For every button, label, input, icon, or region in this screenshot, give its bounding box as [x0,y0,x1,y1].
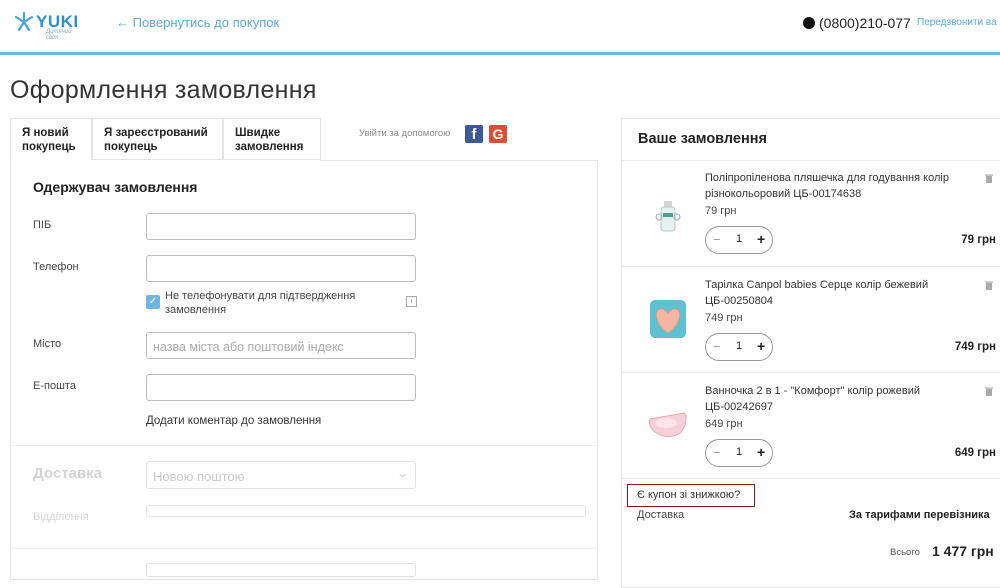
delivery-section-title: Доставка [33,465,102,482]
quantity-value: 1 [736,233,743,245]
product-line-total: 79 грн [961,234,996,246]
branch-select[interactable] [146,505,586,517]
item-divider [622,266,1000,267]
phone-number[interactable]: (0800)210-077 [803,15,911,31]
tab-new-customer[interactable]: Я новий покупець [10,118,92,160]
no-call-label[interactable]: Не телефонувати для підтвердження замовл… [165,289,385,317]
top-header: YUKI Дитячий світ ← Повернутись до покуп… [0,0,1000,52]
item-divider [622,372,1000,373]
phone-text: (0800)210-077 [819,15,911,31]
delivery-method-value: Новою поштою [153,469,245,484]
item-divider [622,160,1000,161]
quantity-stepper[interactable]: − 1 + [705,226,773,254]
branch-label: Відділення [33,511,89,523]
name-label: ПІБ [33,219,52,231]
city-input[interactable]: назва міста або поштовий індекс [146,332,416,359]
tab-label-line2: замовлення [235,141,304,153]
next-section-field[interactable] [146,563,416,577]
google-login-button[interactable]: G [489,125,507,143]
facebook-login-button[interactable]: f [465,125,483,143]
product-name[interactable]: Поліпропіленова пляшечка для годування к… [705,171,977,202]
header-divider [0,52,1000,55]
email-label: E-пошта [33,380,76,392]
city-label: Місто [33,338,62,350]
increase-qty-button[interactable]: + [757,444,765,460]
trash-icon[interactable] [985,281,993,290]
order-summary-title: Ваше замовлення [638,131,767,147]
recipient-section-title: Одержувач замовлення [33,179,198,195]
phone-input[interactable] [146,255,416,282]
tab-label-line1: Я новий [22,127,69,139]
tab-quick-order[interactable]: Швидке замовлення [223,118,321,160]
facebook-icon: f [471,126,477,143]
tab-label-line2: покупець [104,141,158,153]
logo-tagline: Дитячий світ [46,29,72,41]
decrease-qty-button[interactable]: − [713,339,721,354]
add-comment-link[interactable]: Додати коментар до замовлення [146,415,321,427]
yuki-logo[interactable]: YUKI Дитячий світ [14,10,84,41]
tab-label-line1: Швидке [235,127,281,139]
no-call-checkbox[interactable]: ✓ [146,295,160,309]
product-price: 79 грн [705,205,737,217]
product-price: 649 грн [705,418,743,430]
item-divider [622,478,1000,479]
info-icon[interactable]: i [406,296,417,307]
decrease-qty-button[interactable]: − [713,445,721,460]
tab-registered-customer[interactable]: Я зареєстрований покупець [92,118,223,160]
quantity-value: 1 [736,446,743,458]
page-title: Оформлення замовлення [10,76,317,104]
product-name[interactable]: Тарілка Canpol babies Серце колір бежеви… [705,278,977,309]
total-label: Всього [890,547,920,558]
decrease-qty-button[interactable]: − [713,232,721,247]
product-line-total: 649 грн [954,447,996,459]
section-divider [11,445,597,446]
bottle-thumbnail[interactable] [646,195,690,239]
phone-icon [803,17,815,29]
trash-icon[interactable] [985,387,993,396]
product-price: 749 грн [705,312,743,324]
product-name[interactable]: Ванночка 2 в 1 - "Комфорт" колір рожевий… [705,384,977,415]
phone-label: Телефон [33,261,79,273]
tab-label-line2: покупець [22,141,76,153]
email-input[interactable] [146,374,416,401]
section-divider [11,548,597,549]
increase-qty-button[interactable]: + [757,231,765,247]
form-panel-top-border [320,160,598,161]
coupon-link[interactable]: Є купон зі знижкою? [627,484,755,507]
shipping-value: За тарифами перевізника [849,509,990,521]
trash-icon[interactable] [985,174,993,183]
name-input[interactable] [146,213,416,240]
chevron-down-icon: ⌄ [395,468,409,480]
plate-thumbnail[interactable] [646,297,690,341]
logo-icon [14,12,34,32]
google-icon: G [492,126,504,142]
quantity-stepper[interactable]: − 1 + [705,333,773,361]
shipping-label: Доставка [637,509,685,521]
product-line-total: 749 грн [954,341,996,353]
increase-qty-button[interactable]: + [757,338,765,354]
social-login-label: Увійти за допомогою [359,128,451,139]
delivery-method-select[interactable]: Новою поштою ⌄ [146,461,416,489]
total-value: 1 477 грн [932,543,994,559]
callback-link[interactable]: Передзвонити ва [917,17,997,28]
bathtub-thumbnail[interactable] [646,403,690,447]
quantity-stepper[interactable]: − 1 + [705,439,773,467]
back-to-shopping-link[interactable]: ← Повернутись до покупок [116,15,279,30]
quantity-value: 1 [736,340,743,352]
tab-label-line1: Я зареєстрований [104,127,208,139]
